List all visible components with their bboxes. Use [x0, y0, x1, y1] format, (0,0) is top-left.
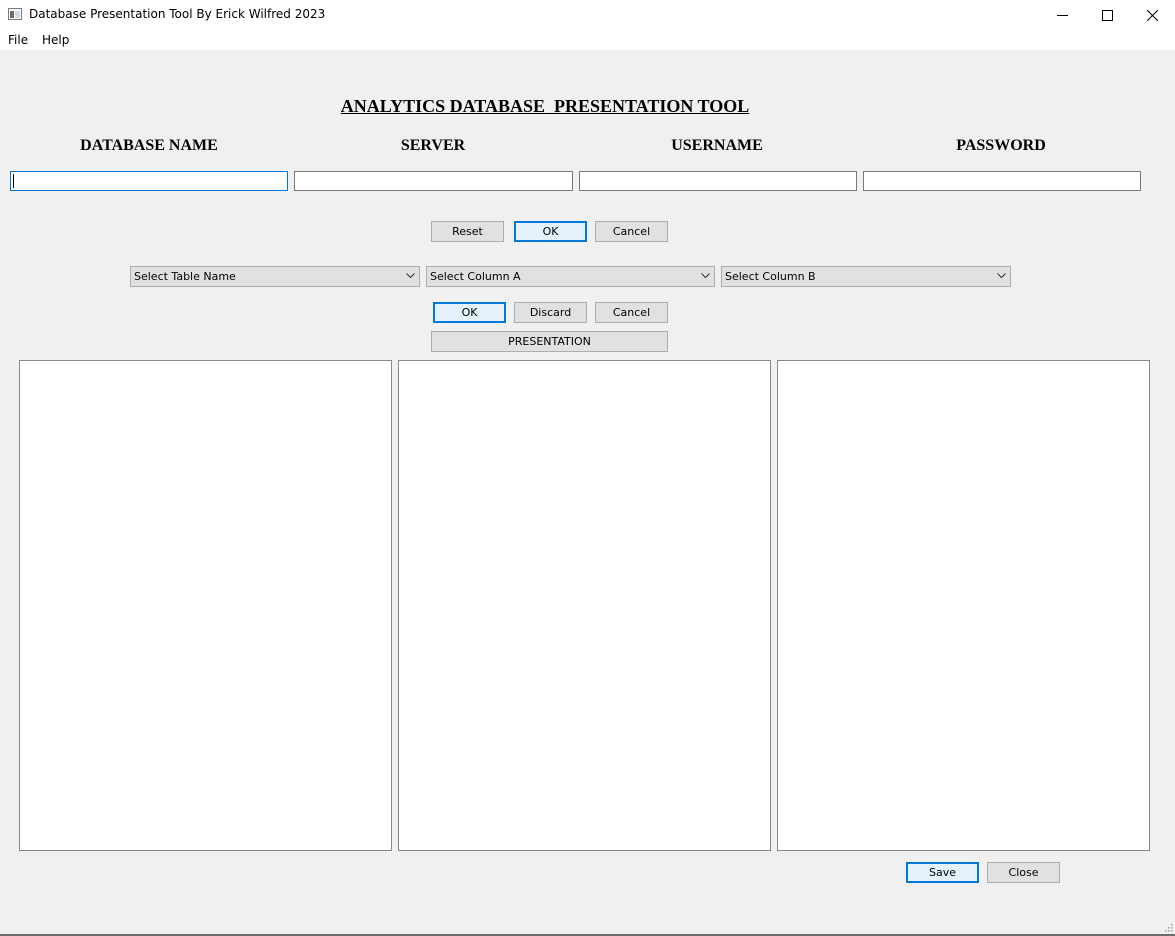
close-icon	[1147, 9, 1158, 21]
title-bar: Database Presentation Tool By Erick Wilf…	[0, 0, 1175, 30]
page-title: ANALYTICS DATABASE PRESENTATION TOOL	[340, 96, 750, 116]
text-caret	[13, 174, 14, 188]
password-label: PASSWORD	[956, 137, 1046, 154]
menu-file[interactable]: File	[8, 33, 28, 47]
column-a-panel[interactable]	[398, 360, 771, 851]
column-b-select-value: Select Column B	[725, 270, 816, 283]
selection-cancel-button[interactable]: Cancel	[595, 302, 668, 323]
chevron-down-icon	[701, 273, 710, 279]
connect-ok-button[interactable]: OK	[514, 221, 587, 242]
presentation-button[interactable]: PRESENTATION	[431, 331, 668, 352]
resize-grip-icon[interactable]	[1164, 923, 1173, 932]
menu-help[interactable]: Help	[42, 33, 69, 47]
minimize-button[interactable]	[1040, 0, 1085, 30]
table-name-select-value: Select Table Name	[134, 270, 236, 283]
server-label: SERVER	[400, 137, 466, 154]
username-label: USERNAME	[671, 137, 763, 154]
column-a-select-value: Select Column A	[430, 270, 521, 283]
reset-button[interactable]: Reset	[431, 221, 504, 242]
selection-ok-button[interactable]: OK	[433, 302, 506, 323]
close-button[interactable]: Close	[987, 862, 1060, 883]
column-b-panel[interactable]	[777, 360, 1150, 851]
chevron-down-icon	[406, 273, 415, 279]
connect-cancel-button[interactable]: Cancel	[595, 221, 668, 242]
minimize-icon	[1057, 14, 1068, 16]
password-input[interactable]	[863, 171, 1141, 191]
save-button[interactable]: Save	[906, 862, 979, 883]
table-name-select[interactable]: Select Table Name	[130, 266, 420, 287]
database-name-input[interactable]	[10, 171, 288, 191]
maximize-button[interactable]	[1085, 0, 1130, 30]
server-input[interactable]	[294, 171, 573, 191]
maximize-icon	[1102, 9, 1113, 21]
window-title: Database Presentation Tool By Erick Wilf…	[29, 7, 326, 21]
table-list-panel[interactable]	[19, 360, 392, 851]
app-icon	[8, 8, 22, 20]
chevron-down-icon	[997, 273, 1006, 279]
discard-button[interactable]: Discard	[514, 302, 587, 323]
column-a-select[interactable]: Select Column A	[426, 266, 715, 287]
column-b-select[interactable]: Select Column B	[721, 266, 1011, 287]
menu-bar: File Help	[0, 30, 1175, 50]
database-name-label: DATABASE NAME	[80, 137, 218, 154]
close-window-button[interactable]	[1130, 0, 1175, 30]
username-input[interactable]	[579, 171, 857, 191]
